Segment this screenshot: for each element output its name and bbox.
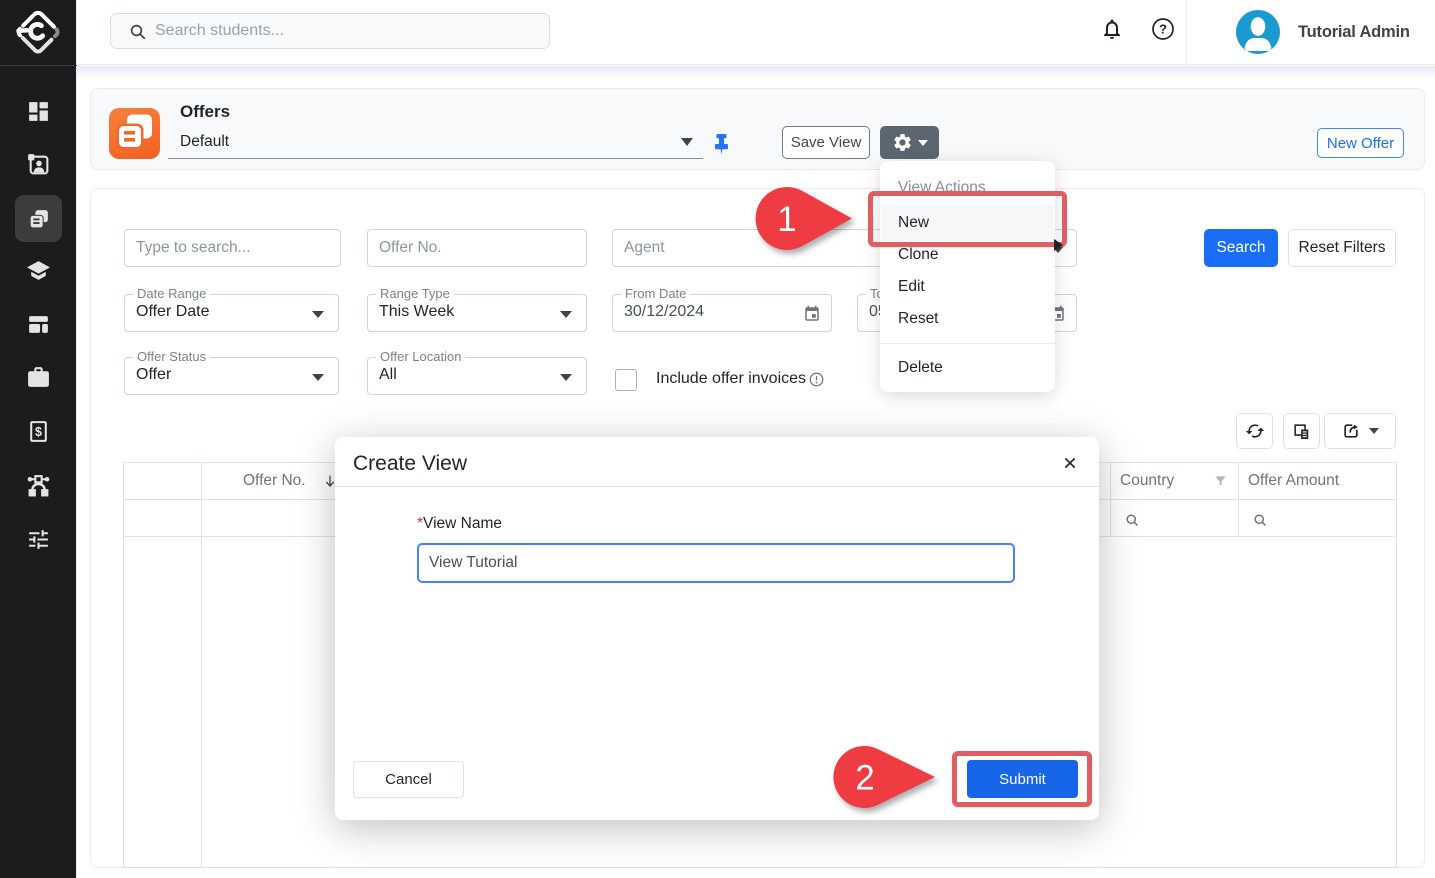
svg-text:1: 1 <box>777 200 796 239</box>
svg-text:?: ? <box>1159 22 1167 37</box>
svg-text:2: 2 <box>855 759 874 798</box>
svg-text:$: $ <box>35 425 42 439</box>
